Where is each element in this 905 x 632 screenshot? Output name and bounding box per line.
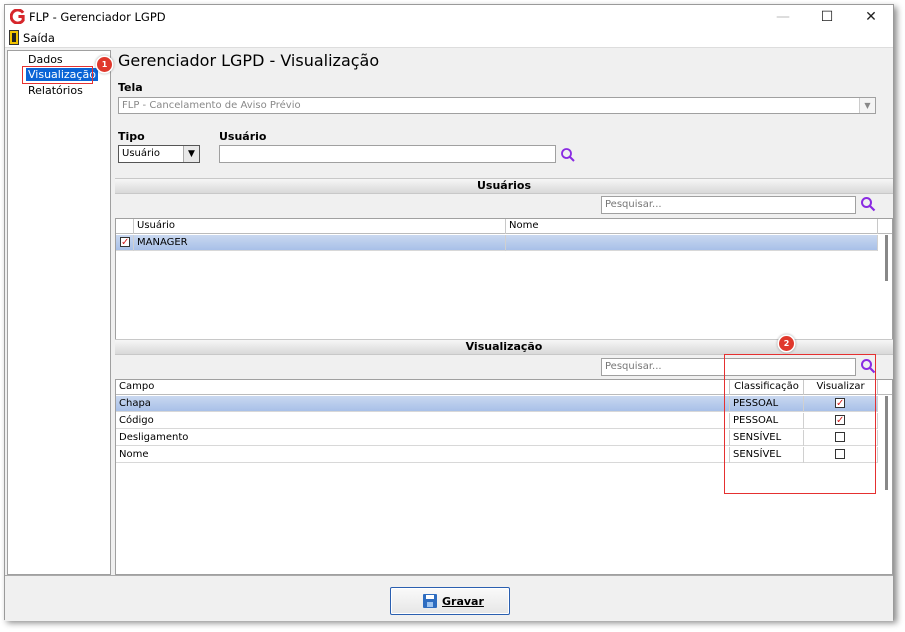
cell-campo: Código <box>116 413 730 429</box>
cell-campo: Desligamento <box>116 430 730 446</box>
column-header-nome[interactable]: Nome <box>506 219 878 234</box>
sidebar-item-dados[interactable]: Dados <box>28 53 63 66</box>
tela-value: FLP - Cancelamento de Aviso Prévio <box>122 100 301 111</box>
usuarios-search-input[interactable]: Pesquisar... <box>601 196 856 214</box>
visualizacao-header: Visualização <box>115 339 893 355</box>
tipo-select[interactable]: Usuário ▼ <box>118 145 200 163</box>
checkbox-column-header <box>116 219 134 234</box>
sidebar: Dados Visualização Relatórios 1 <box>7 50 112 575</box>
annotation-badge-2: 2 <box>779 336 794 351</box>
chevron-down-icon[interactable]: ▼ <box>183 146 199 162</box>
row-checkbox-cell <box>116 235 134 251</box>
usuarios-grid-header: Usuário Nome <box>116 219 892 234</box>
annotation-box-2 <box>724 354 876 494</box>
column-header-campo[interactable]: Campo <box>116 380 730 395</box>
footer-divider <box>5 575 893 576</box>
client-area: Dados Visualização Relatórios 1 Gerencia… <box>5 47 893 621</box>
app-logo-icon <box>10 9 25 24</box>
floppy-disk-icon <box>423 594 437 608</box>
column-header-usuario[interactable]: Usuário <box>134 219 506 234</box>
cell-campo: Nome <box>116 447 730 463</box>
usuarios-scrollbar[interactable] <box>885 235 888 281</box>
visualizacao-scrollbar[interactable] <box>885 396 888 490</box>
menu-bar: Saída <box>5 29 893 47</box>
annotation-box-1 <box>22 66 93 84</box>
search-icon[interactable] <box>560 147 576 163</box>
app-window: FLP - Gerenciador LGPD — ☐ ✕ Saída Dados… <box>4 4 894 621</box>
tipo-value: Usuário <box>122 148 161 159</box>
sidebar-item-relatorios[interactable]: Relatórios <box>28 84 83 97</box>
close-button[interactable]: ✕ <box>849 5 893 29</box>
annotation-badge-1: 1 <box>97 57 112 72</box>
search-icon[interactable] <box>860 196 876 212</box>
usuario-label: Usuário <box>219 130 267 143</box>
tela-label: Tela <box>118 81 143 94</box>
save-button[interactable]: Gravar <box>390 587 510 615</box>
usuarios-header: Usuários <box>115 178 893 194</box>
tela-combo[interactable]: FLP - Cancelamento de Aviso Prévio ▼ <box>118 97 876 114</box>
tipo-label: Tipo <box>118 130 145 143</box>
exit-door-icon[interactable] <box>9 30 19 45</box>
usuarios-grid: Usuário Nome MANAGER <box>115 218 893 340</box>
usuario-input[interactable] <box>219 145 556 163</box>
maximize-button[interactable]: ☐ <box>805 5 849 29</box>
cell-usuario: MANAGER <box>134 235 506 251</box>
menu-exit[interactable]: Saída <box>23 31 55 45</box>
title-bar: FLP - Gerenciador LGPD — ☐ ✕ <box>5 5 893 29</box>
chevron-down-icon[interactable]: ▼ <box>859 98 875 113</box>
table-row[interactable]: MANAGER <box>116 235 878 251</box>
page-title: Gerenciador LGPD - Visualização <box>118 51 380 70</box>
row-checkbox[interactable] <box>120 235 130 250</box>
save-button-label: Gravar <box>442 595 484 608</box>
minimize-button[interactable]: — <box>761 5 805 29</box>
cell-nome <box>506 235 878 251</box>
window-title: FLP - Gerenciador LGPD <box>29 10 166 24</box>
cell-campo: Chapa <box>116 396 730 412</box>
